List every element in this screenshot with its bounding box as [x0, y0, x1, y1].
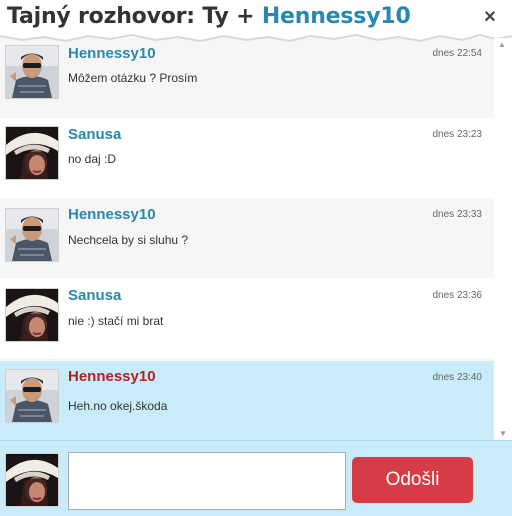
- message-text: no daj :D: [68, 152, 117, 166]
- avatar-sanusa[interactable]: [5, 126, 59, 180]
- message-time: dnes 23:23: [432, 129, 483, 140]
- message-item: Sanusa dnes 23:36 nie :) stačí mi brat: [0, 278, 494, 358]
- message-author[interactable]: Hennessy10: [68, 368, 156, 385]
- message-item-latest: Hennessy10 dnes 23:40 Heh.no okej.škoda: [0, 361, 494, 440]
- chat-title-partner[interactable]: Hennessy10: [262, 4, 411, 29]
- scroll-down-arrow-icon[interactable]: ▼: [499, 429, 507, 438]
- message-text: Môžem otázku ? Prosím: [68, 71, 198, 85]
- chat-title-prefix: Tajný rozhovor: Ty +: [7, 4, 262, 29]
- message-text: Heh.no okej.škoda: [68, 399, 168, 413]
- avatar-sanusa[interactable]: [5, 288, 59, 342]
- avatar-hennessy[interactable]: [5, 208, 59, 262]
- scroll-up-arrow-icon[interactable]: ▲: [498, 40, 506, 49]
- message-time: dnes 22:54: [432, 48, 483, 59]
- message-time: dnes 23:36: [432, 290, 483, 301]
- message-text: nie :) stačí mi brat: [68, 314, 164, 328]
- avatar-sanusa-self: [5, 453, 59, 507]
- chat-window: Tajný rozhovor: Ty + Hennessy10 × Hennes…: [0, 0, 512, 516]
- message-composer: Odošli: [0, 440, 512, 516]
- message-item: Hennessy10 dnes 23:33 Nechcela by si slu…: [0, 198, 494, 278]
- avatar-hennessy[interactable]: [5, 45, 59, 99]
- message-list[interactable]: Hennessy10 dnes 22:54 Môžem otázku ? Pro…: [0, 38, 494, 440]
- message-item: Sanusa dnes 23:23 no daj :D: [0, 118, 494, 198]
- message-scrollbar[interactable]: ▲ ▼: [494, 38, 512, 440]
- close-icon[interactable]: ×: [480, 6, 500, 28]
- message-author[interactable]: Hennessy10: [68, 206, 156, 223]
- message-time: dnes 23:33: [432, 209, 483, 220]
- message-author[interactable]: Sanusa: [68, 287, 121, 304]
- scrollbar-thumb[interactable]: [498, 42, 508, 434]
- message-time: dnes 23:40: [432, 372, 483, 383]
- torn-paper-edge: [0, 30, 512, 43]
- message-author[interactable]: Hennessy10: [68, 45, 156, 62]
- avatar-hennessy[interactable]: [5, 369, 59, 423]
- chat-title: Tajný rozhovor: Ty + Hennessy10: [7, 4, 411, 29]
- message-input[interactable]: [68, 452, 346, 510]
- message-item: Hennessy10 dnes 22:54 Môžem otázku ? Pro…: [0, 38, 494, 118]
- message-author[interactable]: Sanusa: [68, 126, 121, 143]
- send-button[interactable]: Odošli: [352, 457, 473, 503]
- message-text: Nechcela by si sluhu ?: [68, 233, 189, 247]
